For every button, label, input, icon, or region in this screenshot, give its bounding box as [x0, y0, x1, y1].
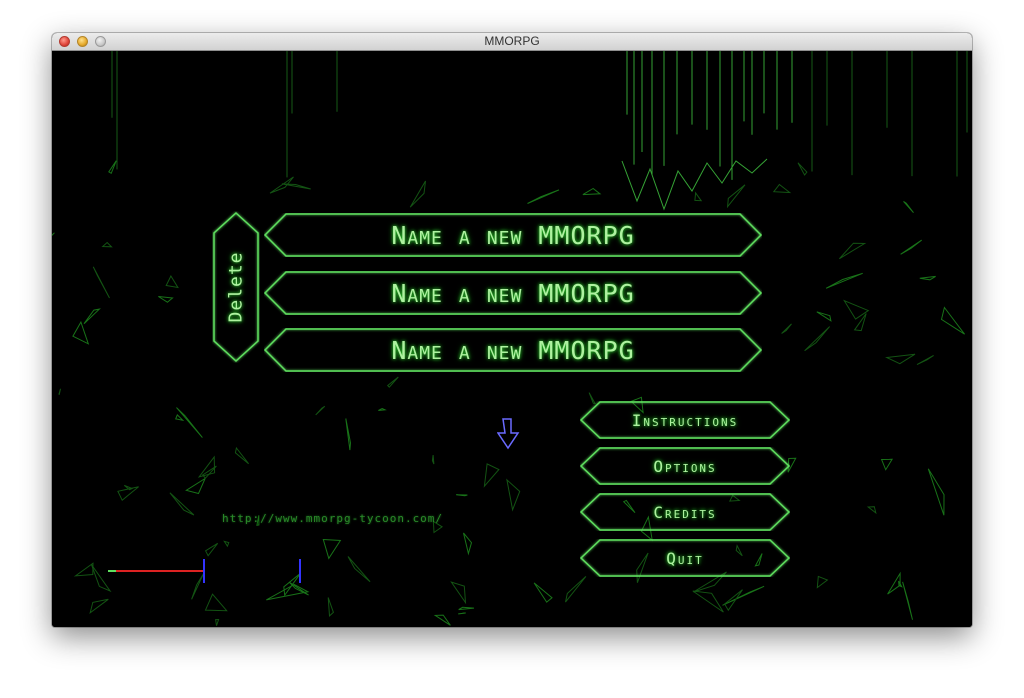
- save-slot-3-button[interactable]: Name a new MMORPG: [264, 328, 762, 372]
- instructions-button[interactable]: Instructions: [580, 401, 790, 439]
- window-titlebar[interactable]: MMORPG: [52, 33, 972, 51]
- progress-bar: [108, 559, 301, 583]
- save-slot-1-button[interactable]: Name a new MMORPG: [264, 213, 762, 257]
- instructions-label: Instructions: [631, 410, 739, 430]
- delete-button[interactable]: Delete: [212, 211, 260, 363]
- save-slot-3-label: Name a new MMORPG: [391, 335, 635, 365]
- window-title: MMORPG: [484, 34, 540, 48]
- save-slot-1-label: Name a new MMORPG: [391, 220, 635, 250]
- game-canvas[interactable]: Delete Name a new MMORPG Name a new MMOR…: [52, 51, 972, 627]
- arrow-down-cursor-icon: [497, 418, 520, 450]
- delete-button-label: Delete: [225, 251, 247, 323]
- quit-label: Quit: [666, 548, 704, 568]
- save-slot-2-label: Name a new MMORPG: [391, 278, 635, 308]
- options-label: Options: [653, 456, 717, 476]
- app-window: MMORPG Delete Name a new MMORPG Name a n…: [52, 33, 972, 627]
- website-url[interactable]: http://www.mmorpg-tycoon.com/: [222, 512, 532, 525]
- save-slot-2-button[interactable]: Name a new MMORPG: [264, 271, 762, 315]
- credits-button[interactable]: Credits: [580, 493, 790, 531]
- options-button[interactable]: Options: [580, 447, 790, 485]
- quit-button[interactable]: Quit: [580, 539, 790, 577]
- credits-label: Credits: [653, 502, 717, 522]
